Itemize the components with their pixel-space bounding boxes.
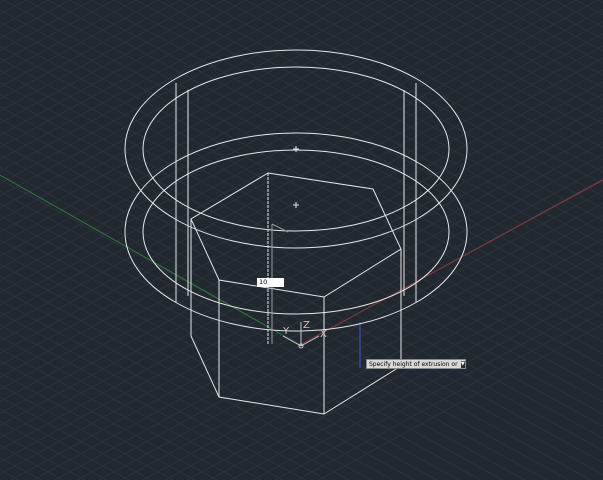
world-x-axis — [299, 179, 603, 346]
command-prompt-tooltip: Specify height of extrusion or ▼ — [366, 359, 466, 369]
command-prompt-text: Specify height of extrusion or — [369, 360, 458, 368]
ucs-z-label: Z — [303, 320, 310, 331]
dynamic-input-height-field[interactable] — [257, 278, 284, 287]
drawing-canvas[interactable]: Y Z X — [0, 0, 603, 480]
ucs-x-label: X — [320, 329, 327, 340]
model-viewport[interactable]: Y Z X Specify height of extrusion or ▼ — [0, 0, 603, 480]
ucs-y-label: Y — [282, 326, 290, 337]
down-arrow-icon[interactable]: ▼ — [460, 360, 465, 368]
grid — [0, 0, 603, 480]
